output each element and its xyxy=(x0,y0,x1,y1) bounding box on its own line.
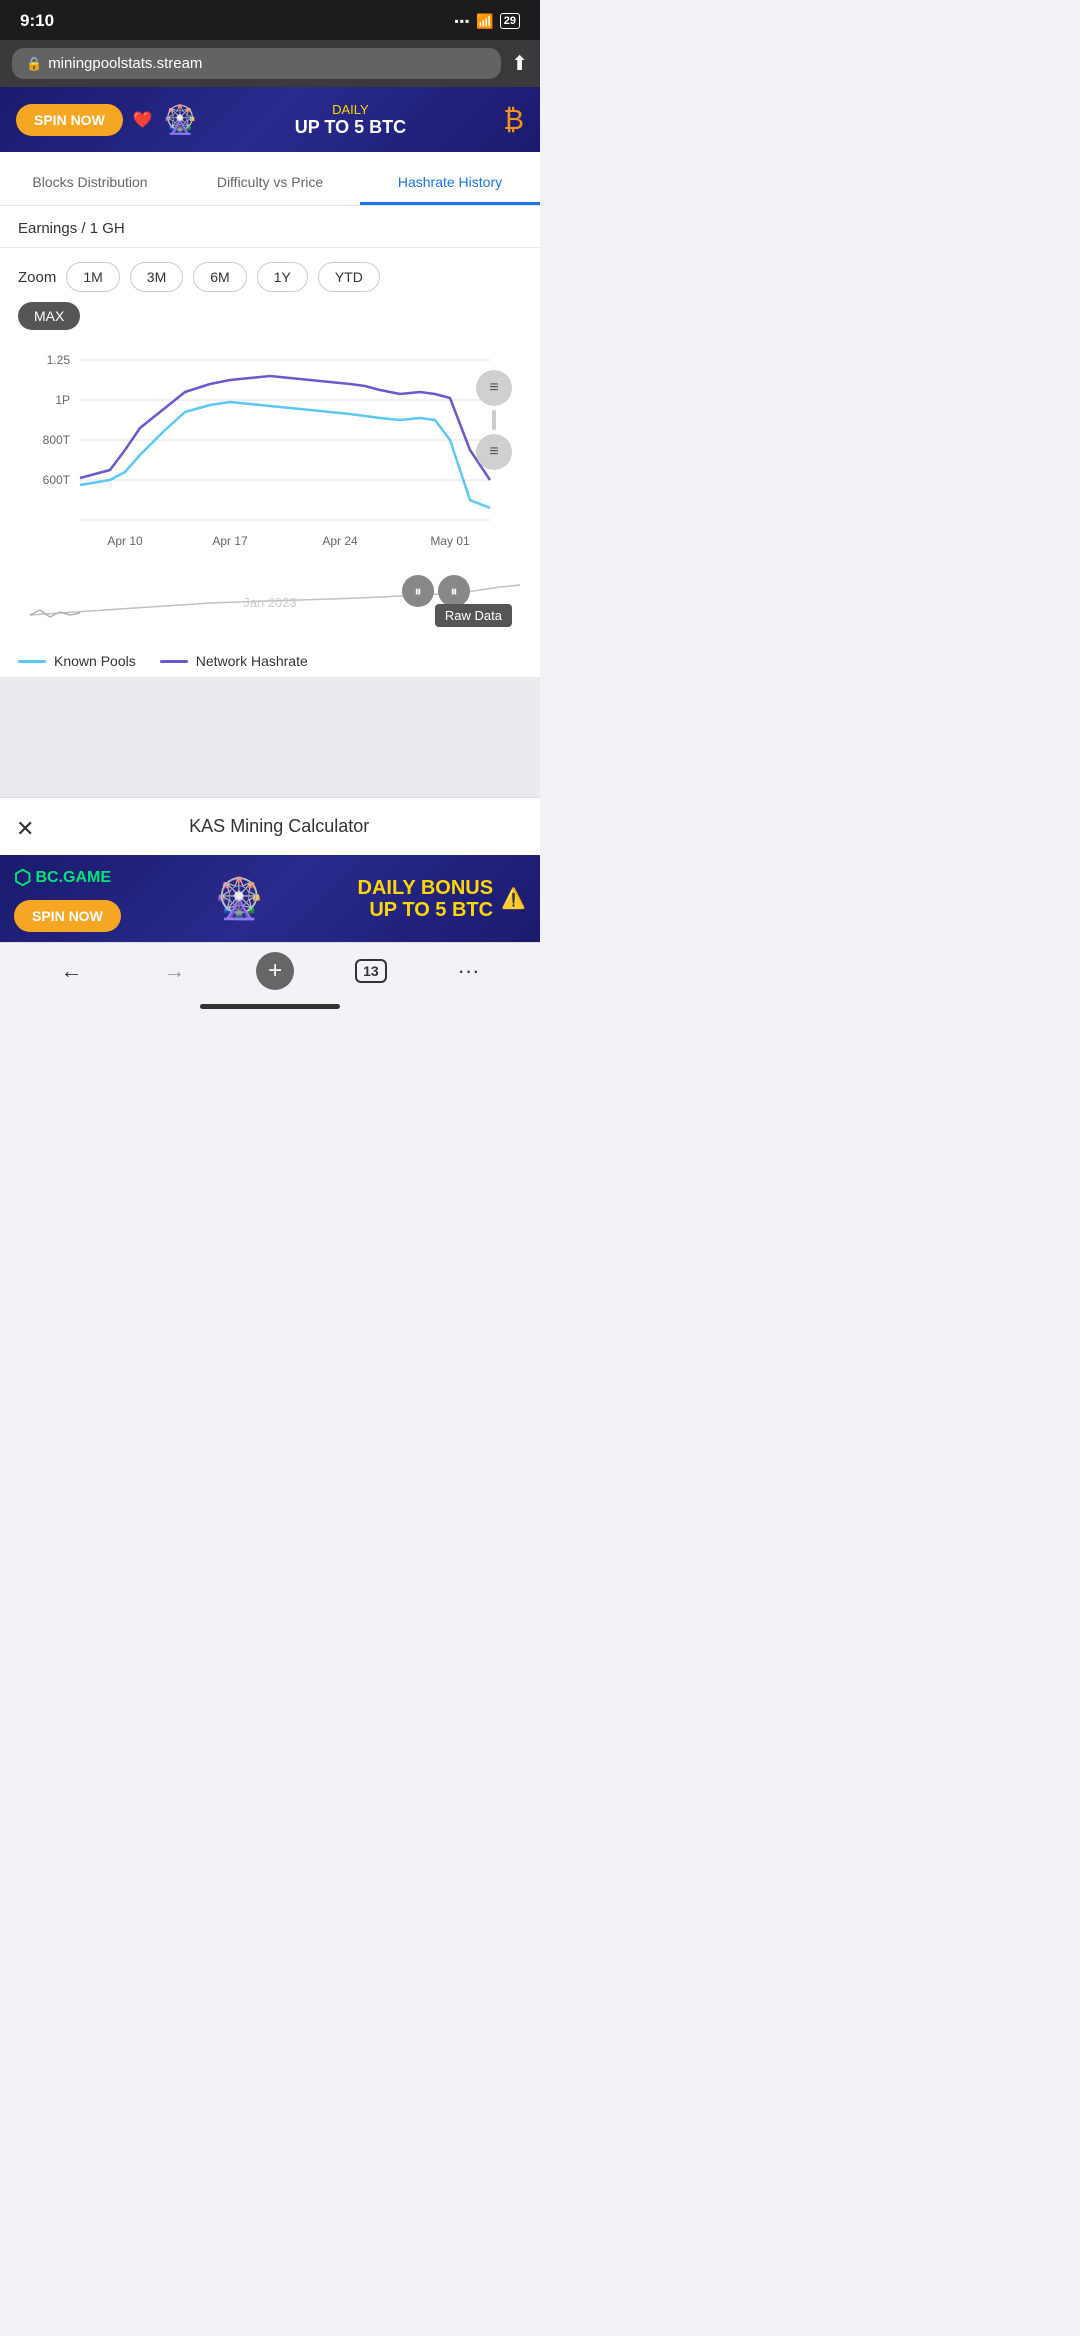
ad-sub-text: DAILY xyxy=(208,102,494,117)
close-panel-button[interactable]: ✕ xyxy=(16,816,34,842)
bottom-panel: ✕ KAS Mining Calculator xyxy=(0,797,540,855)
svg-text:1.25: 1.25 xyxy=(47,353,71,367)
zoom-1y-button[interactable]: 1Y xyxy=(257,262,308,292)
bottom-spin-button[interactable]: SPIN NOW xyxy=(14,900,121,932)
play-button-2[interactable]: ⏸ xyxy=(438,575,470,607)
zoom-row2: MAX xyxy=(0,298,540,340)
svg-text:Apr 10: Apr 10 xyxy=(107,534,143,548)
play-button-1[interactable]: ⏸ xyxy=(402,575,434,607)
tab-count-badge[interactable]: 13 xyxy=(355,959,387,983)
chart-play-controls: ⏸ ⏸ xyxy=(402,575,470,607)
bottom-wheel-icon: 🎡 xyxy=(214,875,264,922)
bc-logo-text: BC.GAME xyxy=(35,869,111,887)
chart-control-top[interactable]: ≡ xyxy=(476,370,512,406)
more-button[interactable]: ··· xyxy=(448,954,490,988)
raw-data-button[interactable]: Raw Data xyxy=(435,604,512,627)
legend-network-hashrate: Network Hashrate xyxy=(160,653,308,669)
svg-text:800T: 800T xyxy=(43,433,71,447)
svg-text:Apr 24: Apr 24 xyxy=(322,534,358,548)
zoom-ytd-button[interactable]: YTD xyxy=(318,262,380,292)
lock-icon: 🔒 xyxy=(26,56,42,72)
ad-main-text: UP TO 5 BTC xyxy=(208,117,494,138)
svg-text:Apr 17: Apr 17 xyxy=(212,534,248,548)
bc-logo-icon: ⬡ xyxy=(14,865,31,890)
bottom-warning-icon: ⚠️ xyxy=(501,886,526,911)
zoom-controls: Zoom 1M 3M 6M 1Y YTD xyxy=(0,248,540,298)
browser-chrome: 🔒 miningpoolstats.stream ⬆ xyxy=(0,40,540,87)
new-tab-button[interactable]: + xyxy=(256,952,294,990)
status-time: 9:10 xyxy=(20,11,54,31)
lower-chart-label: Jan 2023 xyxy=(243,595,297,610)
home-bar xyxy=(200,1004,340,1009)
url-bar[interactable]: 🔒 miningpoolstats.stream xyxy=(12,48,501,79)
wheel-icon: 🎡 xyxy=(163,103,198,136)
main-content: Blocks Distribution Difficulty vs Price … xyxy=(0,152,540,677)
bitcoin-icon: ₿ xyxy=(503,104,524,136)
tab-hashrate-history[interactable]: Hashrate History xyxy=(360,160,540,205)
tabs-container: Blocks Distribution Difficulty vs Price … xyxy=(0,152,540,206)
legend-known-pools: Known Pools xyxy=(18,653,136,669)
zoom-6m-button[interactable]: 6M xyxy=(193,262,246,292)
bottom-ad-text2: UP TO 5 BTC xyxy=(358,899,494,921)
tab-difficulty-vs-price[interactable]: Difficulty vs Price xyxy=(180,160,360,205)
top-spin-button[interactable]: SPIN NOW xyxy=(16,104,123,136)
bottom-panel-title: KAS Mining Calculator xyxy=(189,816,369,836)
signal-icon: ▪▪▪ xyxy=(455,14,471,28)
browser-nav-bar: ← → + 13 ··· xyxy=(0,942,540,998)
hashrate-chart: 1.25 1P 800T 600T Apr 10 Apr 17 Apr 24 M… xyxy=(10,340,530,560)
share-button[interactable]: ⬆ xyxy=(511,51,528,76)
gray-spacer xyxy=(0,677,540,797)
network-hashrate-line xyxy=(160,660,188,663)
tab-blocks-distribution[interactable]: Blocks Distribution xyxy=(0,160,180,205)
svg-text:1P: 1P xyxy=(55,393,70,407)
svg-text:600T: 600T xyxy=(43,473,71,487)
zoom-label: Zoom xyxy=(18,269,56,286)
bottom-ad-banner[interactable]: ⬡ BC.GAME SPIN NOW 🎡 DAILY BONUS UP TO 5… xyxy=(0,855,540,942)
chart-svg: 1.25 1P 800T 600T Apr 10 Apr 17 Apr 24 M… xyxy=(10,340,530,565)
top-ad-banner[interactable]: SPIN NOW ❤️ 🎡 DAILY UP TO 5 BTC ₿ xyxy=(0,87,540,152)
zoom-1m-button[interactable]: 1M xyxy=(66,262,119,292)
earnings-label: Earnings / 1 GH xyxy=(0,206,540,248)
lower-chart: Jan 2023 ⏸ ⏸ Raw Data xyxy=(10,565,530,635)
bottom-ad-text: DAILY BONUS xyxy=(358,877,494,899)
zoom-max-button[interactable]: MAX xyxy=(18,302,80,330)
heart-icon: ❤️ xyxy=(133,110,153,130)
chart-legend: Known Pools Network Hashrate xyxy=(0,645,540,677)
zoom-3m-button[interactable]: 3M xyxy=(130,262,183,292)
svg-text:May 01: May 01 xyxy=(430,534,470,548)
url-text: miningpoolstats.stream xyxy=(48,55,202,72)
chart-area: 1.25 1P 800T 600T Apr 10 Apr 17 Apr 24 M… xyxy=(0,340,540,645)
forward-button[interactable]: → xyxy=(153,954,195,988)
battery-icon: 29 xyxy=(500,13,520,29)
chart-control-bottom[interactable]: ≡ xyxy=(476,434,512,470)
home-indicator xyxy=(0,998,540,1019)
status-icons: ▪▪▪ 📶 29 xyxy=(455,13,520,30)
known-pools-line xyxy=(18,660,46,663)
wifi-icon: 📶 xyxy=(476,13,493,30)
chart-controls-right: ≡ ≡ xyxy=(476,370,512,470)
status-bar: 9:10 ▪▪▪ 📶 29 xyxy=(0,0,540,40)
back-button[interactable]: ← xyxy=(50,954,92,988)
